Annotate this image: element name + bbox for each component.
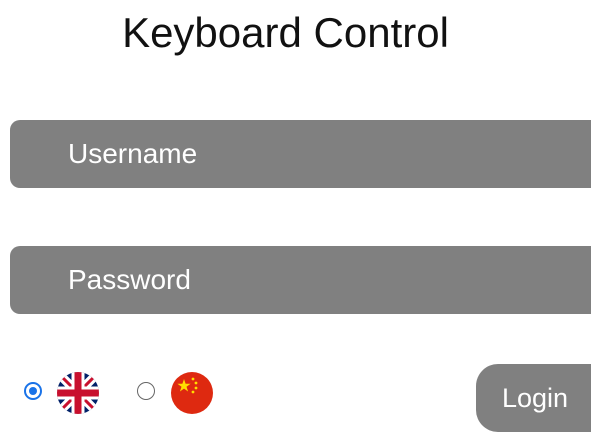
page-title: Keyboard Control — [122, 9, 449, 56]
uk-flag-icon[interactable] — [57, 372, 99, 414]
login-button[interactable]: Login — [476, 364, 591, 432]
language-radio-english[interactable] — [24, 382, 42, 400]
password-field[interactable] — [10, 246, 591, 314]
username-input[interactable] — [68, 138, 591, 170]
china-flag-icon[interactable] — [171, 372, 213, 414]
language-radio-chinese[interactable] — [137, 382, 155, 400]
password-input[interactable] — [68, 264, 591, 296]
username-field[interactable] — [10, 120, 591, 188]
